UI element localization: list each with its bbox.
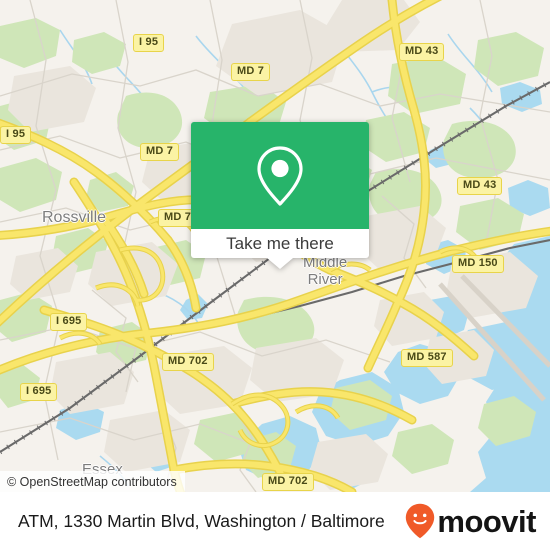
road-shield: MD 702 <box>262 473 314 491</box>
road-shield: MD 587 <box>401 349 453 367</box>
road-shield: MD 43 <box>457 177 503 195</box>
road-shield: MD 7 <box>231 63 271 81</box>
popup-pointer-tail <box>267 258 293 269</box>
attribution-text: © OpenStreetMap contributors <box>7 474 177 489</box>
place-label-line: River <box>307 271 343 288</box>
moovit-brand[interactable]: moovit <box>405 503 536 539</box>
map-attribution[interactable]: © OpenStreetMap contributors <box>0 471 185 492</box>
road-shield: MD 7 <box>140 143 180 161</box>
footer-bar: ATM, 1330 Martin Blvd, Washington / Balt… <box>0 492 550 550</box>
road-shield: I 95 <box>133 34 165 52</box>
popup-body <box>191 122 369 229</box>
place-label: Middle River <box>303 254 347 288</box>
moovit-map-screenshot: I 95 MD 7 MD 43 I 95 MD 7 MD 43 MD 7 MD 150 I 69… <box>0 0 550 550</box>
road-shield: MD 43 <box>399 43 445 61</box>
place-label-line: Rossville <box>42 209 107 226</box>
road-shield: I 695 <box>50 313 88 331</box>
road-shield: MD 702 <box>162 353 214 371</box>
popup-footer[interactable]: Take me there <box>191 229 369 258</box>
location-title: ATM, 1330 Martin Blvd, Washington / Balt… <box>18 511 385 531</box>
road-shield: I 95 <box>0 126 32 144</box>
place-label: Rossville <box>42 209 106 226</box>
moovit-wordmark: moovit <box>437 503 536 539</box>
take-me-there-label: Take me there <box>226 234 334 253</box>
moovit-smiley-pin-icon <box>406 503 435 539</box>
road-shield: I 695 <box>20 383 58 401</box>
destination-popup[interactable]: Take me there <box>191 122 369 269</box>
map-canvas[interactable]: I 95 MD 7 MD 43 I 95 MD 7 MD 43 MD 7 MD 150 I 69… <box>0 0 550 492</box>
road-shield: MD 150 <box>452 255 504 273</box>
map-pin-icon <box>257 145 303 206</box>
